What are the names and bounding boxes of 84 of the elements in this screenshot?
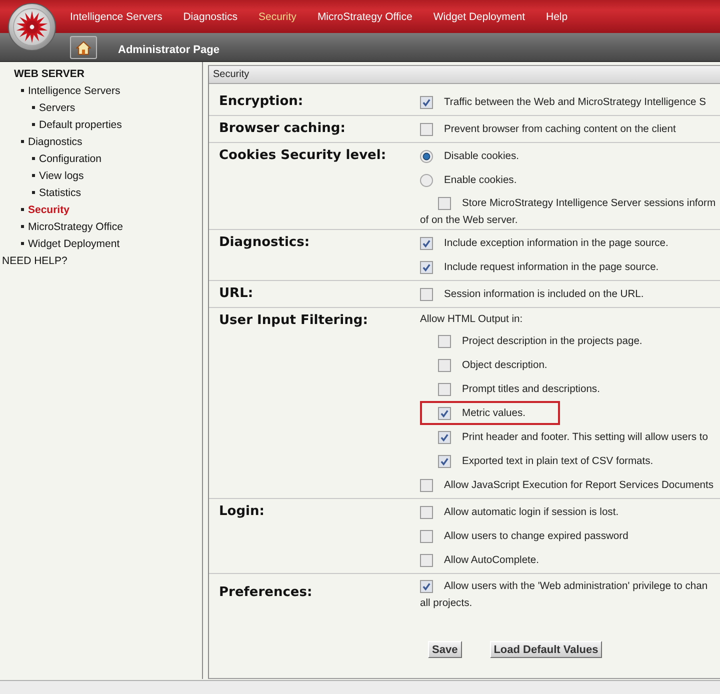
nav-tab[interactable]: Security [258,10,296,22]
option-label: Allow users to change expired password [444,530,628,542]
bullet-icon [32,123,35,126]
sidebar-link[interactable]: Statistics [39,186,82,198]
section-label: User Input Filtering: [219,312,368,330]
radio-button[interactable] [420,150,433,162]
bullet-icon [21,225,24,228]
sidebar-link[interactable]: MicroStrategy Office [28,220,123,232]
option-label: Allow JavaScript Execution for Report Services Documents [444,480,714,490]
option-label: Allow automatic login if session is lost. [444,506,619,518]
bullet-icon [21,242,24,245]
checkbox[interactable] [438,334,451,348]
sidebar-link[interactable]: Intelligence Servers [28,84,120,96]
checkbox[interactable] [420,122,433,136]
checkbox[interactable] [420,554,433,566]
sidebar-link[interactable]: Servers [39,102,76,114]
panel-header: Security [209,66,720,84]
option-label: Metric values. [462,408,526,418]
option-label: of on the Web server. [420,214,518,228]
option-label: Prevent browser from caching content on the client [444,124,676,134]
radio-button[interactable] [420,174,433,186]
checkbox[interactable] [438,406,451,420]
option-label: Prompt titles and descriptions. [462,384,600,394]
sidebar-link[interactable]: Configuration [39,152,102,164]
sunburst-logo [8,3,56,51]
option-label: Disable cookies. [444,150,519,162]
nav-tab[interactable]: Intelligence Servers [70,10,162,22]
nav-tab[interactable]: Diagnostics [183,10,238,22]
section-label: Diagnostics: [219,234,310,252]
checkbox[interactable] [438,454,451,468]
option-label: Include request information in the page source. [444,262,659,272]
bullet-icon [32,191,35,194]
nav-tab[interactable]: Help [546,10,568,22]
checkbox[interactable] [438,196,451,210]
bullet-icon [21,208,24,211]
bullet-icon [21,140,24,143]
checkbox[interactable] [438,358,451,372]
bullet-icon [32,106,35,109]
nav-tab[interactable]: Widget Deployment [433,10,525,22]
section-label: Preferences: [219,584,312,602]
checkbox[interactable] [420,288,433,300]
option-label: Session information is included on the URL. [444,288,644,300]
checkbox[interactable] [438,430,451,444]
option-label: Exported text in plain text of CSV formats. [462,456,654,466]
checkbox[interactable] [420,530,433,542]
sidebar-link[interactable]: Widget Deployment [28,238,120,250]
page-title: Administrator Page [118,44,220,56]
sidebar-heading: WEB SERVER [14,67,84,82]
sidebar-link[interactable]: View logs [39,170,84,182]
bullet-icon [21,89,24,92]
section-label: Encryption: [219,93,304,111]
sidebar-link[interactable]: Security [28,204,70,216]
sidebar-link[interactable]: Diagnostics [28,136,82,148]
checkbox[interactable] [420,236,433,250]
section-label: URL: [219,285,254,303]
action-button[interactable]: Load Default Values [490,641,602,658]
option-label: Print header and footer. This setting will allow users to [462,432,708,442]
checkbox[interactable] [438,382,451,396]
bullet-icon [32,174,35,177]
checkbox[interactable] [420,506,433,518]
option-label: Project description in the projects page. [462,336,642,346]
nav-tab[interactable]: MicroStrategy Office [317,10,412,22]
checkbox[interactable] [420,260,433,274]
group-caption: Allow HTML Output in: [420,314,523,324]
option-label: Store MicroStrategy Intelligence Server sessions inform [462,198,716,208]
option-label: Object description. [462,360,548,370]
option-label: all projects. [420,597,472,611]
option-label: Allow AutoComplete. [444,554,540,566]
section-label: Browser caching: [219,120,346,138]
checkbox[interactable] [420,96,433,108]
section-label: Login: [219,503,264,521]
checkbox[interactable] [420,478,433,492]
section-label: Cookies Security level: [219,147,386,165]
option-label: Include exception information in the page source. [444,238,668,248]
action-button[interactable]: Save [428,641,462,658]
home-button[interactable] [70,36,97,59]
checkbox[interactable] [420,580,433,592]
help-link[interactable]: NEED HELP? [2,252,68,270]
bullet-icon [32,157,35,160]
option-label: Traffic between the Web and MicroStrategy Intelligence S [444,96,706,108]
home-icon [76,40,91,54]
option-label: Allow users with the 'Web administration' privilege to chan [444,580,708,592]
sidebar-link[interactable]: Default properties [39,118,122,130]
option-label: Enable cookies. [444,174,517,186]
